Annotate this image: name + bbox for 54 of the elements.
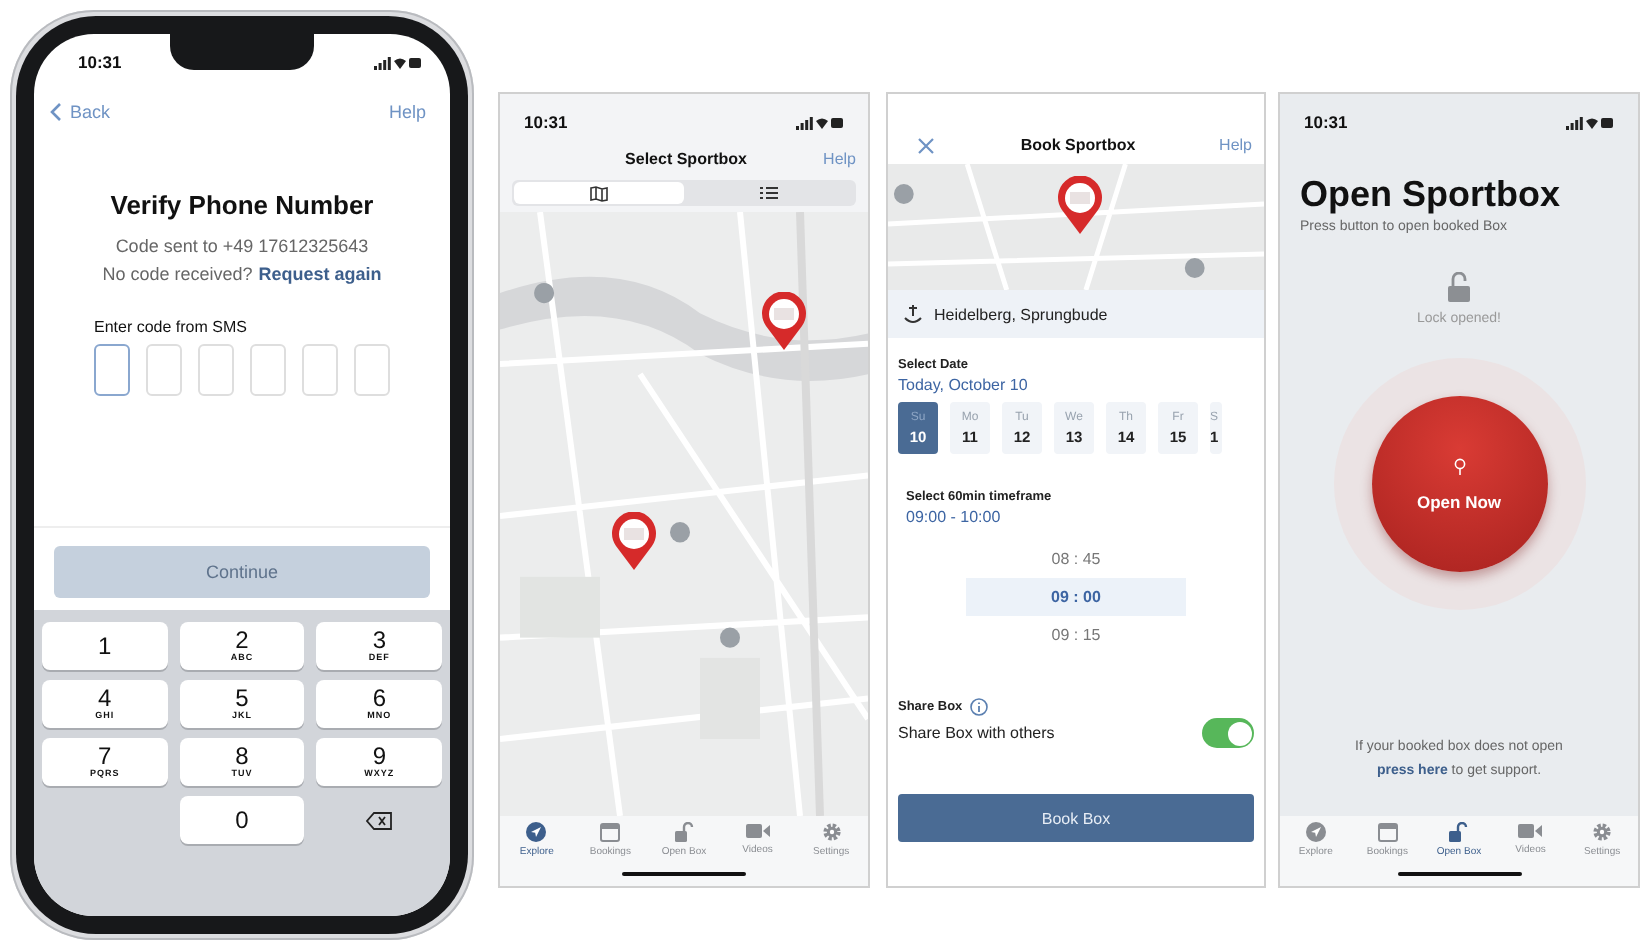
share-toggle[interactable] [1202,718,1254,748]
settings-icon [1592,822,1613,842]
screen-title: Verify Phone Number [108,190,376,220]
status-icons [374,55,422,69]
help-link[interactable]: Help [388,102,426,122]
time-option[interactable]: 09 : 15 [966,616,1186,654]
time-option[interactable]: 08 : 45 [966,540,1186,578]
help-link[interactable]: Help [1208,136,1252,154]
video-camera-icon [745,822,770,840]
calendar-icon [1377,822,1398,842]
screen-title: Select Sportbox [625,150,747,168]
unlocked-padlock-icon [1448,272,1470,302]
screen-title: Open Sportbox [1300,174,1562,216]
selected-date: Today, October 10 [898,376,1030,394]
status-time: 10:31 [78,52,122,72]
navigation-icon [1305,822,1326,842]
time-option[interactable]: 09 : 00 [966,578,1186,616]
unlocked-padlock-icon [1448,822,1469,842]
code-label: Enter code from SMS [94,318,249,336]
settings-icon [821,822,842,842]
map-icon [590,185,608,201]
map-pin-icon [760,292,808,352]
status-time: 10:31 [524,112,568,132]
list-icon [760,186,778,200]
backspace-icon[interactable] [366,811,393,829]
video-camera-icon [1518,822,1543,840]
status-time: 10:31 [1304,112,1348,132]
status-icons [1566,115,1614,129]
request-again-link[interactable]: Request again [258,264,382,284]
home-indicator [622,872,746,876]
help-link[interactable]: Help [812,150,856,168]
home-indicator [1397,872,1521,876]
phone-notch [170,34,314,70]
keypad-key[interactable]: 0 [179,796,305,844]
calendar-icon [600,822,621,842]
code-digit-field[interactable] [94,344,130,396]
info-icon[interactable] [970,698,989,716]
location-name: Heidelberg, Sprungbude [934,305,1108,323]
share-text: Share Box with others [898,724,1055,742]
no-code-text: No code received? [102,264,253,284]
open-now-button[interactable]: Open Now [1371,396,1547,572]
screen-title: Book Sportbox [1020,136,1136,154]
keypad-key[interactable]: 1 [42,622,168,670]
map-pin-icon [1056,176,1104,236]
status-icons [796,115,844,129]
view-toggle-option[interactable] [514,182,684,204]
book-box-button[interactable]: Book Box [898,794,1254,842]
map-pin-icon [610,512,658,572]
back-button[interactable]: Back [50,102,111,122]
unlocked-padlock-icon [673,822,694,842]
selected-timeframe: 09:00 - 10:00 [904,508,1003,526]
code-sent-text: Code sent to +49 17612325643 [113,236,371,256]
navigation-icon [526,822,547,842]
chevron-left-icon [50,102,62,122]
